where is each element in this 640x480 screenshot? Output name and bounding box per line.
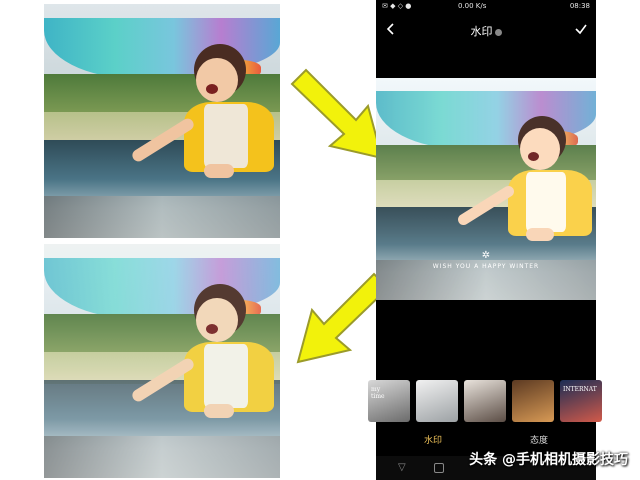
status-time: 08:38	[569, 2, 590, 10]
watermark-thumbnail[interactable]: INTERNAT	[560, 380, 602, 422]
tab-watermark[interactable]: 水印	[424, 433, 442, 446]
watermark-thumbnail[interactable]: my time	[368, 380, 410, 422]
network-speed: 0.00 K/s	[458, 2, 487, 10]
status-bar: ✉ ◆ ◇ ● 0.00 K/s 08:38	[376, 0, 596, 14]
thumbnail-label: INTERNAT	[563, 386, 597, 393]
original-photo	[44, 4, 280, 238]
watermark-thumbnails: my time INTERNAT	[368, 378, 602, 424]
nav-home-icon[interactable]	[434, 463, 444, 473]
top-bar: 水印	[376, 14, 596, 44]
result-photo	[44, 244, 280, 478]
credit-watermark: 头条 @手机相机摄影技巧	[469, 452, 628, 468]
watermark-text[interactable]: WISH YOU A HAPPY WINTER	[376, 263, 596, 270]
watermark-thumbnail[interactable]	[416, 380, 458, 422]
tab-attitude[interactable]: 态度	[530, 433, 548, 446]
watermark-thumbnail[interactable]	[512, 380, 554, 422]
title-text: 水印	[470, 25, 493, 38]
phone-screen: ✉ ◆ ◇ ● 0.00 K/s 08:38 水印 ✲ WISH YOU A H…	[368, 0, 602, 480]
help-icon[interactable]	[494, 28, 502, 36]
page-title: 水印	[376, 23, 596, 39]
watermark-thumbnail[interactable]	[464, 380, 506, 422]
nav-back-icon[interactable]: ▽	[398, 462, 406, 473]
thumbnail-label: my time	[371, 386, 385, 400]
check-icon[interactable]	[574, 22, 588, 36]
watermark-mark[interactable]: ✲	[376, 250, 596, 261]
status-icons: ✉ ◆ ◇ ●	[382, 2, 412, 10]
